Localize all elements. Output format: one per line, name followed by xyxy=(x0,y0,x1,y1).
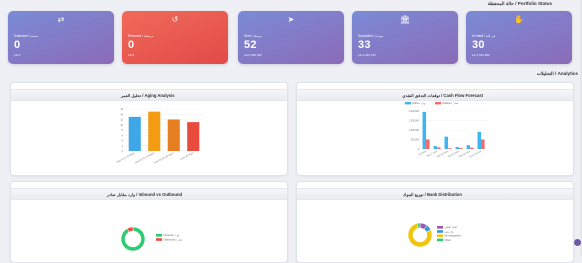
inout-panel-header: وارد مقابل صادر / Inbound vs Outbound xyxy=(11,188,287,200)
status-card-deposited[interactable]: 🏛 Deposited / مودعة 33 LE 3,255,163 xyxy=(352,11,458,64)
aging-ytick: 14 xyxy=(120,113,123,116)
bank-title: توزيع البنوك / Bank Distribution xyxy=(403,191,462,197)
aging-chart: 0 2 4 6 8 10 12 14 16 Next 30 (1-30 days) Next 60 … xyxy=(116,108,203,165)
cash-flow-ytick: 500,000 xyxy=(411,140,420,142)
card-extended-icon: ⇄ xyxy=(57,15,65,24)
bank-legend-label: Other xyxy=(445,238,452,242)
bank-chart: البنك الأهليبنك مصرNot depositedOther xyxy=(407,222,462,248)
card-deposited-icon: 🏛 xyxy=(399,15,411,24)
card-sent-amount: LE 5,280,495 xyxy=(244,53,262,57)
aging-ytick: 2 xyxy=(122,145,124,148)
inout-chart: Inbound / واردOutbound / صادر xyxy=(120,226,184,252)
bank-legend-label: البنك الأهلي xyxy=(445,225,458,229)
card-sent-label: Sent / مرسلة xyxy=(244,34,263,38)
inout-title: وارد مقابل صادر / Inbound vs Outbound xyxy=(107,191,183,197)
aging-bar xyxy=(148,111,161,151)
aging-panel-header: تحليل العمر / Aging Analysis xyxy=(11,89,287,101)
aging-xtick: Next 30 (1-30 days) xyxy=(116,152,135,164)
card-deposited-amount: LE 3,255,163 xyxy=(358,53,376,57)
cash-flow-bar xyxy=(433,146,438,149)
cash-flow-legend-swatch xyxy=(405,102,411,105)
aging-xtick: Over 90 days xyxy=(180,151,194,160)
cash-flow-title: توقعات التدفق النقدي / Cash Flow Forecas… xyxy=(402,92,483,98)
bank-panel: توزيع البنوك / Bank Distribution البنك ا… xyxy=(296,181,574,263)
aging-ytick: 0 xyxy=(122,150,124,153)
status-card-extended[interactable]: ⇄ Extended / ممتدة 0 LE 0 xyxy=(8,11,114,64)
status-card-sent[interactable]: ➤ Sent / مرسلة 52 LE 5,280,495 xyxy=(238,11,344,64)
cash-flow-panel-header: توقعات التدفق النقدي / Cash Flow Forecas… xyxy=(297,89,573,101)
card-sent-value: 52 xyxy=(244,39,257,51)
cash-flow-bar xyxy=(466,145,471,149)
aging-ytick: 12 xyxy=(120,119,123,122)
cash-flow-bar xyxy=(470,147,474,149)
card-inhand-value: 30 xyxy=(472,39,485,51)
bank-legend-swatch xyxy=(437,234,443,237)
card-sent-icon: ➤ xyxy=(287,15,295,24)
analytics-title: التحليلات / Analytics xyxy=(536,71,578,76)
cash-flow-bar xyxy=(477,131,482,149)
card-deposited-value: 33 xyxy=(358,39,371,51)
card-extended-label: Extended / ممتدة xyxy=(14,34,38,38)
cash-flow-legend-swatch xyxy=(435,102,441,105)
cash-flow-bar xyxy=(481,139,485,149)
cash-flow-bar xyxy=(437,147,441,149)
aging-bar xyxy=(128,116,141,151)
card-inhand-icon: ✋ xyxy=(514,15,524,24)
card-inhand-label: In Hand / في اليد xyxy=(472,34,496,38)
chat-fab-button[interactable] xyxy=(574,239,581,246)
aging-bar xyxy=(167,119,180,151)
card-returned-icon: ↺ xyxy=(171,15,179,24)
bank-legend-label: بنك مصر xyxy=(444,229,455,233)
card-extended-amount: LE 0 xyxy=(14,53,21,57)
status-card-inhand[interactable]: ✋ In Hand / في اليد 30 LE 3,523,800 xyxy=(466,11,572,64)
portfolio-status-title: حالة المحفظة / Portfolio Status xyxy=(487,1,552,6)
aging-xtick: Next 90 (61-90 days) xyxy=(154,152,175,165)
bank-legend-swatch xyxy=(437,238,443,242)
aging-xtick: Next 60 (31-60 days) xyxy=(134,152,155,165)
card-extended-value: 0 xyxy=(14,39,21,51)
cash-flow-bar xyxy=(426,139,430,149)
cash-flow-ytick: 2,000,000 xyxy=(409,111,420,113)
cash-flow-bar xyxy=(422,111,427,149)
inout-legend-label: Outbound / صادر xyxy=(164,237,184,241)
cash-flow-bar xyxy=(459,148,463,149)
cash-flow-legend-label: Inflow / وارد xyxy=(412,101,426,105)
cash-flow-bar xyxy=(448,148,452,149)
bank-legend-swatch xyxy=(437,226,443,229)
aging-bar xyxy=(187,122,200,151)
aging-ytick: 16 xyxy=(120,108,123,111)
bank-legend-label: Not deposited xyxy=(445,234,462,238)
cash-flow-ytick: 0 xyxy=(418,149,420,151)
cash-flow-panel: توقعات التدفق النقدي / Cash Flow Forecas… xyxy=(296,82,574,176)
bank-panel-header: توزيع البنوك / Bank Distribution xyxy=(297,188,573,200)
bank-legend-swatch xyxy=(437,230,443,233)
card-returned-amount: LE 0 xyxy=(128,53,135,57)
inout-panel: وارد مقابل صادر / Inbound vs Outbound In… xyxy=(10,181,288,263)
cash-flow-ytick: 1,500,000 xyxy=(409,121,420,123)
inout-legend-label: Inbound / وارد xyxy=(164,233,181,237)
card-inhand-amount: LE 3,523,800 xyxy=(472,53,490,57)
status-card-returned[interactable]: ↺ Returned / مرتجعة 0 LE 0 xyxy=(122,11,228,64)
aging-title: تحليل العمر / Aging Analysis xyxy=(121,92,175,98)
cash-flow-chart: Inflow / وارد Outflow / صادر 0 500,000 1,000… xyxy=(405,101,487,158)
aging-ytick: 8 xyxy=(122,129,124,132)
cash-flow-bar xyxy=(444,136,449,149)
card-returned-value: 0 xyxy=(128,39,135,51)
inout-legend-swatch xyxy=(156,234,162,237)
cash-flow-ytick: 1,000,000 xyxy=(409,130,420,132)
cash-flow-bar xyxy=(455,147,460,149)
cash-flow-legend-label: Outflow / صادر xyxy=(442,101,459,105)
aging-panel: تحليل العمر / Aging Analysis 0 2 4 6 8 10 12 14… xyxy=(10,82,288,176)
card-returned-label: Returned / مرتجعة xyxy=(128,34,154,38)
aging-ytick: 10 xyxy=(120,124,123,127)
card-deposited-label: Deposited / مودعة xyxy=(358,34,384,38)
aging-ytick: 4 xyxy=(122,140,124,143)
cash-flow-xtick: Over 90 days xyxy=(469,149,483,158)
aging-ytick: 6 xyxy=(122,134,124,137)
inout-legend-swatch xyxy=(156,238,162,241)
